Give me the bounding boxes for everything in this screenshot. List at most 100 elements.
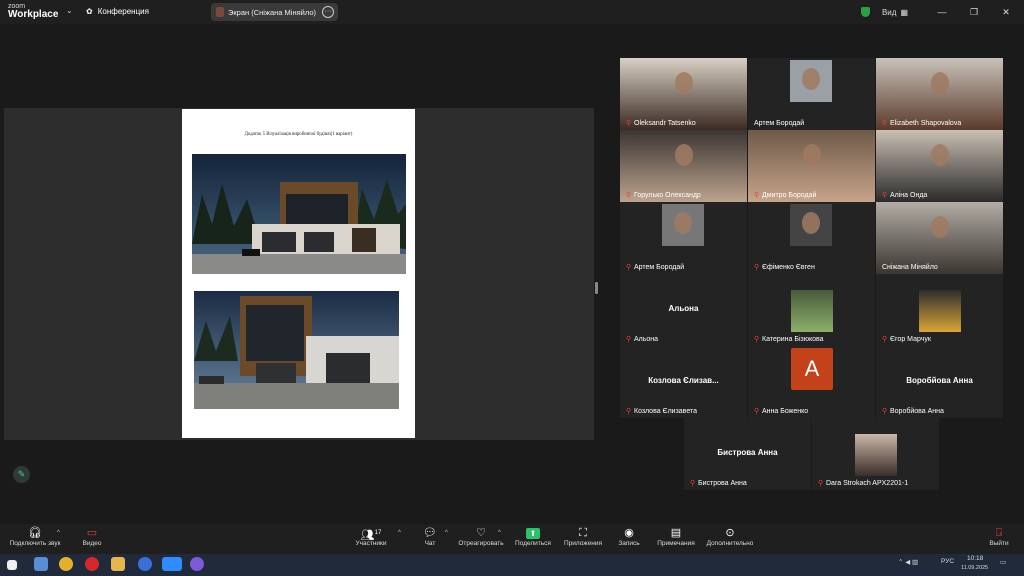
viber-icon[interactable] (138, 557, 152, 571)
building-render-image-2 (194, 291, 399, 409)
participant-tile[interactable]: Альона ⚲ Альона (620, 274, 747, 346)
more-options-icon[interactable]: ··· (322, 6, 334, 18)
participant-tile[interactable]: ⚲ Дмитро Бородай (748, 130, 875, 202)
participant-tile[interactable]: ⚲ Dara Strokach APX2201-1 (812, 418, 939, 490)
logo-big-text: Workplace (8, 9, 59, 20)
participant-name-label: ⚲ Горулько Олександр (626, 192, 701, 199)
language-indicator[interactable]: РУС (941, 558, 954, 565)
tray-icons[interactable]: ⌃ ◀︎ ▥ (898, 558, 918, 566)
zoom-taskbar-icon[interactable] (162, 557, 182, 571)
view-button[interactable]: Вид (882, 8, 896, 17)
meeting-toolbar: 🎧︎ Подключить звук ^ ▭ Видео 👥︎17 Участники… (0, 524, 1024, 554)
clock-date[interactable]: 11.09.2025 (961, 565, 988, 571)
title-bar: zoom Workplace ⌄ ✿ Конференция Экран (Сн… (0, 0, 1024, 24)
chevron-up-icon[interactable]: ^ (398, 530, 401, 536)
share-button[interactable]: ⬆ Поделиться (510, 526, 556, 547)
participant-tile[interactable]: ⚲ Артем Бородай (620, 202, 747, 274)
participant-name: Дмитро Бородай (762, 192, 817, 199)
screen-share-indicator[interactable]: Экран (Сніжана Міняйло) ··· (211, 3, 338, 21)
participant-tile[interactable]: Бистрова Анна ⚲ Бистрова Анна (684, 418, 811, 490)
file-explorer-icon[interactable] (111, 557, 125, 571)
chevron-up-icon[interactable]: ^ (445, 530, 448, 536)
person-silhouette (674, 144, 693, 166)
participant-name-label: ⚲ Oleksandr Tatsenko (626, 120, 696, 127)
notes-button[interactable]: ▤ Примечания (651, 526, 701, 547)
muted-mic-icon: ⚲ (754, 192, 760, 199)
participant-tile[interactable]: ⚲ Аліна Онда (876, 130, 1003, 202)
windows-start-icon[interactable] (7, 560, 17, 570)
participant-video (790, 60, 832, 102)
close-icon[interactable]: ✕ (994, 7, 1018, 18)
video-button[interactable]: ▭ Видео (70, 526, 114, 547)
participant-tile[interactable]: ⚲ Elizabeth Shapovalova (876, 58, 1003, 130)
participant-display-name: Альона (668, 304, 699, 313)
participant-tile[interactable]: Сніжана Міняйло (876, 202, 1003, 274)
video-off-icon: ▭ (86, 527, 98, 539)
participant-name-label: ⚲ Анна Боженко (754, 408, 808, 415)
participant-tile[interactable]: ⚲ Горулько Олександр (620, 130, 747, 202)
participant-tile[interactable]: Артем Бородай (748, 58, 875, 130)
participant-name-label: ⚲ Артем Бородай (626, 264, 684, 271)
chevron-up-icon[interactable]: ^ (498, 530, 501, 536)
apps-button[interactable]: ⛶ Приложения (560, 526, 606, 547)
participant-name-label: ⚲ Бистрова Анна (690, 480, 747, 487)
participant-name-label: ⚲ Elizabeth Shapovalova (882, 120, 961, 127)
chevron-up-icon[interactable]: ^ (57, 530, 60, 536)
conference-info-button[interactable]: ✿ Конференция (86, 7, 149, 16)
participant-name: Альона (634, 336, 659, 343)
muted-mic-icon: ⚲ (754, 408, 760, 415)
notes-icon: ▤ (670, 527, 682, 539)
chrome-icon[interactable] (59, 557, 73, 571)
participant-name-label: ⚲ Дмитро Бородай (754, 192, 816, 199)
participant-tile[interactable]: Воробйова Анна ⚲ Воробйова Анна (876, 346, 1003, 418)
leave-button[interactable]: ⍈ Выйти (984, 526, 1014, 547)
participant-name: Воробйова Анна (890, 408, 944, 415)
participant-name-label: Артем Бородай (754, 120, 804, 127)
screen-share-label: Экран (Сніжана Міняйло) (228, 7, 316, 17)
audio-button[interactable]: 🎧︎ Подключить звук (5, 526, 65, 547)
app-icon[interactable] (190, 557, 204, 571)
participant-name: Артем Бородай (634, 264, 685, 271)
participant-photo (855, 434, 897, 476)
record-button[interactable]: ◉ Запись (613, 526, 645, 547)
participants-button[interactable]: 👥︎17 Участники (343, 526, 399, 547)
participant-display-name: Воробйова Анна (906, 376, 973, 385)
minimize-icon[interactable]: — (930, 7, 954, 17)
clock-time[interactable]: 10:18 (967, 555, 983, 562)
view-grid-icon[interactable]: ▦ (900, 8, 908, 17)
participant-tile[interactable]: ⚲ Єгор Марчук (876, 274, 1003, 346)
participant-tile[interactable]: ⚲ Oleksandr Tatsenko (620, 58, 747, 130)
participant-tile[interactable]: А ⚲ Анна Боженко (748, 346, 875, 418)
react-button[interactable]: ♡ Отреагировать (452, 526, 510, 547)
document-caption: Додаток 5 Візуалізація виробничої будівл… (244, 132, 353, 137)
participant-name-label: ⚲ Єгор Марчук (882, 336, 931, 343)
participant-display-name: Бистрова Анна (717, 448, 778, 457)
building-render-image-1 (192, 154, 406, 274)
participant-tile[interactable]: Козлова Єлизав... ⚲ Козлова Єлизавета (620, 346, 747, 418)
participant-name: Горулько Олександр (634, 192, 701, 199)
muted-mic-icon: ⚲ (690, 480, 696, 487)
participant-name-label: ⚲ Воробйова Анна (882, 408, 944, 415)
participant-avatar: А (791, 348, 833, 390)
participant-name: Єгор Марчук (890, 336, 931, 343)
split-resize-handle[interactable] (595, 282, 598, 294)
person-silhouette (930, 144, 949, 166)
participant-tile[interactable]: ⚲ Єфіменко Євген (748, 202, 875, 274)
notifications-icon[interactable]: ▭ (1000, 558, 1006, 566)
opera-icon[interactable] (85, 557, 99, 571)
chat-button[interactable]: 💬︎ Чат (415, 526, 445, 547)
restore-icon[interactable]: ❐ (962, 7, 986, 18)
participant-name: Артем Бородай (754, 120, 805, 127)
annotate-pencil-icon[interactable]: ✎ (13, 466, 30, 483)
participant-name-label: ⚲ Козлова Єлизавета (626, 408, 697, 415)
participant-tile[interactable]: ⚲ Катерина Бізюкова (748, 274, 875, 346)
paw-icon: ✿ (86, 7, 93, 16)
zoom-logo: zoom Workplace (8, 3, 58, 20)
security-shield-icon[interactable] (860, 7, 870, 17)
chevron-down-icon[interactable]: ⌄ (66, 6, 73, 15)
participant-name-label: ⚲ Аліна Онда (882, 192, 927, 199)
calculator-icon[interactable] (34, 557, 48, 571)
participant-name: Єфіменко Євген (762, 264, 815, 271)
participant-photo (919, 290, 961, 332)
more-button[interactable]: ⊙ Дополнительно (703, 526, 757, 547)
